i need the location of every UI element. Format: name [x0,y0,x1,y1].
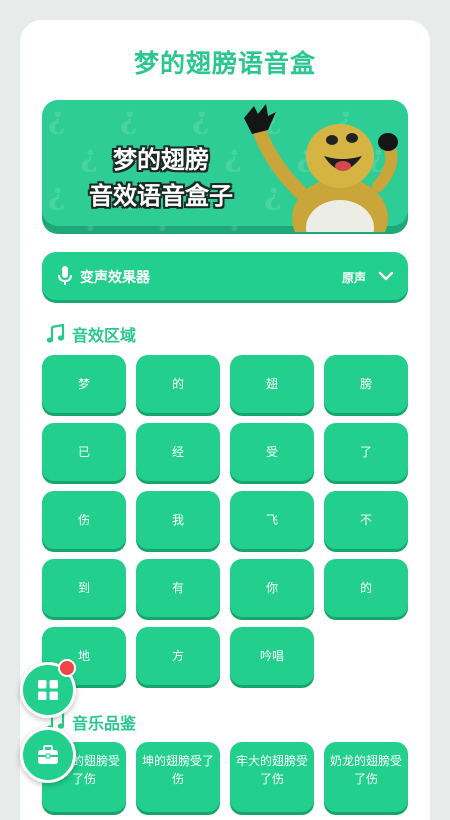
sound-button[interactable]: 你 [230,559,314,617]
sound-button[interactable]: 方 [136,627,220,685]
voice-effect-selector[interactable]: 变声效果器 原声 [42,252,408,300]
sound-button[interactable]: 已 [42,423,126,481]
sound-effects-heading: 音效区域 [46,322,136,346]
sound-button[interactable]: 我 [136,491,220,549]
toolbox-button[interactable] [20,727,76,783]
grid-icon [38,680,58,700]
sound-button[interactable]: 到 [42,559,126,617]
sound-effects-title: 音效区域 [72,326,137,345]
sound-button[interactable]: 不 [324,491,408,549]
music-button[interactable]: 奶龙的翅膀受了伤 [324,742,408,812]
voice-effect-label: 变声效果器 [80,270,150,286]
sound-button[interactable]: 经 [136,423,220,481]
sound-button[interactable]: 的 [324,559,408,617]
sound-button[interactable]: 膀 [324,355,408,413]
banner-line-2: 音效语音盒子 [89,182,233,210]
mascot-image [244,104,398,232]
chevron-down-icon [378,271,394,281]
sound-button[interactable]: 了 [324,423,408,481]
sound-button[interactable]: 有 [136,559,220,617]
notification-badge [58,659,76,677]
music-button[interactable]: 坤的翅膀受了伤 [136,742,220,812]
music-title: 音乐品鉴 [72,714,137,733]
sound-button[interactable]: 受 [230,423,314,481]
music-button[interactable]: 牢大的翅膀受了伤 [230,742,314,812]
toolbox-icon [38,745,58,764]
sound-button[interactable]: 梦 [42,355,126,413]
banner[interactable]: ¿ ¿ ¿ ¿ ¿ ¿ ¿ ¿ ¿ ¿ ¿ ¿ ¿ ¿ ¿ ¿ ¿ ¿ ¿ ¿ … [42,100,408,232]
sound-button[interactable]: 吟唱 [230,627,314,685]
page-title: 梦的翅膀语音盒 [133,49,316,78]
banner-line-1: 梦的翅膀 [113,146,209,174]
voice-effect-value: 原声 [341,271,366,285]
music-note-icon [46,324,65,343]
sound-button[interactable]: 飞 [230,491,314,549]
microphone-icon [58,266,72,285]
sound-button[interactable]: 的 [136,355,220,413]
sound-button[interactable]: 伤 [42,491,126,549]
sound-button[interactable]: 翅 [230,355,314,413]
